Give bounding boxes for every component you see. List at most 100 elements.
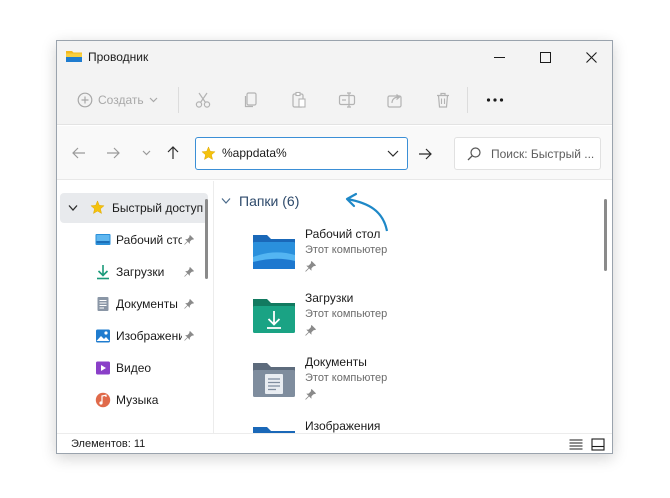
pin-icon[interactable]: [184, 267, 194, 277]
folder-name: Документы: [305, 355, 367, 369]
documents-icon: [97, 297, 109, 311]
recent-locations-button[interactable]: [137, 144, 155, 162]
explorer-window: Проводник Создать %appdata% Поиск: Быстр…: [56, 40, 613, 454]
folder-item-documents[interactable]: Документы Этот компьютер: [251, 353, 551, 413]
downloads-icon: [97, 265, 109, 280]
share-icon: [387, 94, 402, 108]
documents-folder-icon: [253, 363, 295, 397]
toolbar-separator: [467, 87, 468, 113]
minimize-button[interactable]: [476, 41, 522, 73]
desktop-folder-icon: [253, 235, 295, 269]
folder-name: Загрузки: [305, 291, 354, 305]
sidebar-item-desktop[interactable]: Рабочий стол: [57, 225, 212, 255]
sidebar-item-documents[interactable]: Документы: [57, 289, 212, 319]
chevron-down-icon[interactable]: [387, 149, 399, 159]
arrow-right-icon: [419, 148, 432, 159]
sidebar-item-label: Изображения: [116, 329, 182, 343]
details-view-icon[interactable]: [569, 438, 583, 451]
paste-icon: [292, 91, 306, 108]
folder-item-downloads[interactable]: Загрузки Этот компьютер: [251, 289, 551, 349]
pictures-icon: [96, 329, 110, 343]
share-button[interactable]: [385, 90, 405, 110]
sidebar-item-label: Видео: [116, 361, 152, 375]
copy-icon: [244, 92, 257, 108]
copy-button[interactable]: [241, 90, 261, 110]
command-bar: Создать: [57, 73, 612, 125]
folder-name: Рабочий стол: [305, 227, 381, 241]
pin-icon[interactable]: [184, 235, 194, 245]
maximize-icon: [539, 51, 551, 63]
search-icon: [467, 147, 481, 161]
navigation-pane: Быстрый доступ Рабочий стол Загрузки: [57, 181, 212, 433]
folder-location: Этот компьютер: [305, 244, 388, 256]
music-icon: [95, 392, 111, 408]
desktop-icon: [95, 234, 111, 245]
chevron-down-icon: [221, 198, 231, 204]
group-title: Папки (6): [239, 193, 300, 209]
forward-button[interactable]: [104, 144, 122, 162]
group-header[interactable]: Папки (6): [221, 191, 299, 211]
more-options-button[interactable]: [485, 90, 505, 110]
rename-button[interactable]: [337, 90, 357, 110]
close-icon: [585, 51, 597, 63]
tiles-view-icon[interactable]: [591, 438, 605, 451]
sidebar-item-label: Рабочий стол: [116, 233, 182, 247]
item-count: Элементов: 11: [71, 438, 146, 450]
pin-icon[interactable]: [184, 331, 194, 341]
sidebar-item-label: Быстрый доступ: [112, 201, 204, 215]
folder-item-desktop[interactable]: Рабочий стол Этот компьютер: [251, 225, 551, 285]
go-button[interactable]: [412, 137, 438, 170]
paste-button[interactable]: [289, 90, 309, 110]
file-explorer-icon: [66, 51, 82, 62]
video-icon: [96, 361, 110, 375]
arrow-right-icon: [107, 147, 120, 159]
folder-name: Изображения: [305, 419, 381, 433]
sidebar-item-quick-access[interactable]: Быстрый доступ: [60, 193, 208, 223]
pin-icon[interactable]: [184, 299, 194, 309]
pin-icon: [305, 325, 316, 336]
arrow-left-icon: [72, 147, 85, 159]
chevron-down-icon: [149, 97, 158, 103]
content-pane: Папки (6) Рабочий стол Этот компьютер За…: [214, 181, 612, 433]
address-row: %appdata%: [57, 126, 612, 180]
address-bar[interactable]: %appdata%: [195, 137, 408, 170]
sidebar-item-music[interactable]: Музыка: [57, 385, 212, 415]
star-icon: [201, 146, 216, 161]
cut-icon: [195, 92, 211, 108]
status-bar: Элементов: 11: [57, 433, 612, 453]
plus-circle-icon: [77, 92, 93, 108]
pictures-folder-icon: [253, 427, 295, 433]
delete-button[interactable]: [433, 90, 453, 110]
cut-button[interactable]: [193, 90, 213, 110]
arrow-up-icon: [167, 146, 179, 159]
pin-icon: [305, 389, 316, 400]
delete-icon: [437, 92, 449, 108]
sidebar-scrollbar[interactable]: [205, 199, 208, 279]
up-button[interactable]: [164, 144, 182, 162]
sidebar-item-label: Документы: [116, 297, 178, 311]
search-input[interactable]: [491, 138, 599, 169]
window-title: Проводник: [88, 50, 149, 64]
pin-icon: [305, 261, 316, 272]
rename-icon: [338, 92, 356, 108]
folder-location: Этот компьютер: [305, 308, 388, 320]
sidebar-item-downloads[interactable]: Загрузки: [57, 257, 212, 287]
folder-item-pictures[interactable]: Изображения: [251, 417, 551, 433]
more-icon: [486, 98, 504, 102]
content-scrollbar[interactable]: [604, 199, 607, 271]
address-value[interactable]: %appdata%: [222, 146, 287, 160]
maximize-button[interactable]: [522, 41, 568, 73]
star-icon: [90, 200, 105, 215]
chevron-down-icon[interactable]: [68, 204, 78, 212]
sidebar-item-label: Музыка: [116, 393, 159, 407]
sidebar-item-pictures[interactable]: Изображения: [57, 321, 212, 351]
new-button-label: Создать: [98, 93, 144, 107]
new-button[interactable]: Создать: [77, 91, 158, 109]
sidebar-item-video[interactable]: Видео: [57, 353, 212, 383]
close-button[interactable]: [568, 41, 612, 73]
folder-location: Этот компьютер: [305, 372, 388, 384]
title-bar[interactable]: Проводник: [57, 41, 612, 73]
search-box[interactable]: [454, 137, 601, 170]
sidebar-item-label: Загрузки: [116, 265, 165, 279]
back-button[interactable]: [70, 144, 88, 162]
